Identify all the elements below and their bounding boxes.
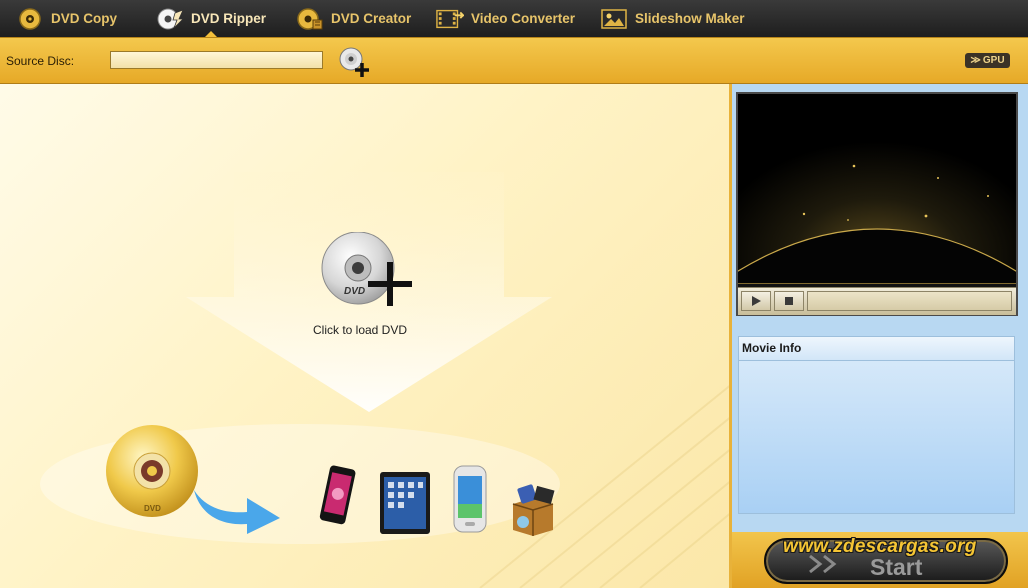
gpu-acceleration-badge[interactable]: ≫ GPU [965,53,1010,68]
tab-dvd-creator[interactable]: DVD Creator [296,0,411,37]
samsung-phone-icon [453,465,487,533]
player-controls [738,287,1016,315]
add-disc-button[interactable] [337,46,371,78]
tab-video-converter[interactable]: Video Converter [436,0,575,37]
tab-slideshow-maker-label: Slideshow Maker [635,11,745,26]
movie-info-title: Movie Info [739,337,1014,361]
load-dvd-icon[interactable]: DVD [320,231,412,308]
source-disc-input[interactable] [110,51,323,69]
stop-icon [785,297,793,305]
gpu-chevron-icon: ≫ [970,55,981,66]
tab-slideshow-maker[interactable]: Slideshow Maker [600,0,745,37]
multimedia-box-icon [512,484,555,536]
svg-text:DVD: DVD [344,286,365,297]
start-button-label: Start [870,554,923,580]
right-panel: Movie Info Start [732,84,1028,588]
tab-dvd-creator-label: DVD Creator [331,11,412,26]
dvd-disc-icon: DVD [106,425,198,517]
tab-dvd-copy[interactable]: DVD Copy [16,0,117,37]
play-button[interactable] [741,291,771,311]
stop-button[interactable] [774,291,804,311]
load-dvd-label[interactable]: Click to load DVD [260,323,460,337]
ipad-icon [380,472,430,534]
svg-text:DVD: DVD [144,504,161,513]
convert-arrow-icon [194,490,280,534]
tab-dvd-ripper-label: DVD Ripper [191,11,267,26]
picture-icon [600,7,628,31]
disc-add-icon [339,47,369,77]
tab-dvd-ripper[interactable]: DVD Ripper [156,0,266,37]
dvd-ripper-icon [156,7,184,31]
gpu-badge-label: GPU [982,55,1005,66]
seek-bar[interactable] [807,291,1012,311]
iphone-icon [319,465,356,525]
play-icon [752,296,761,306]
video-preview [736,92,1018,316]
preview-screen [738,94,1016,284]
dvd-creator-icon [296,7,324,31]
dvd-copy-icon [16,7,44,31]
watermark-text: www.zdescargas.org [783,536,977,557]
top-navigation-bar: DVD Copy DVD Ripper DVD Creator Video Co… [0,0,1028,37]
source-disc-label: Source Disc: [6,54,75,68]
tab-dvd-copy-label: DVD Copy [51,11,118,26]
main-drop-panel: DVD Click to load DVD DVD [0,84,732,588]
source-disc-bar: Source Disc: ≫ GPU [0,37,1028,84]
movie-info-panel: Movie Info [738,336,1015,514]
film-convert-icon [436,7,464,31]
tab-video-converter-label: Video Converter [471,11,576,26]
